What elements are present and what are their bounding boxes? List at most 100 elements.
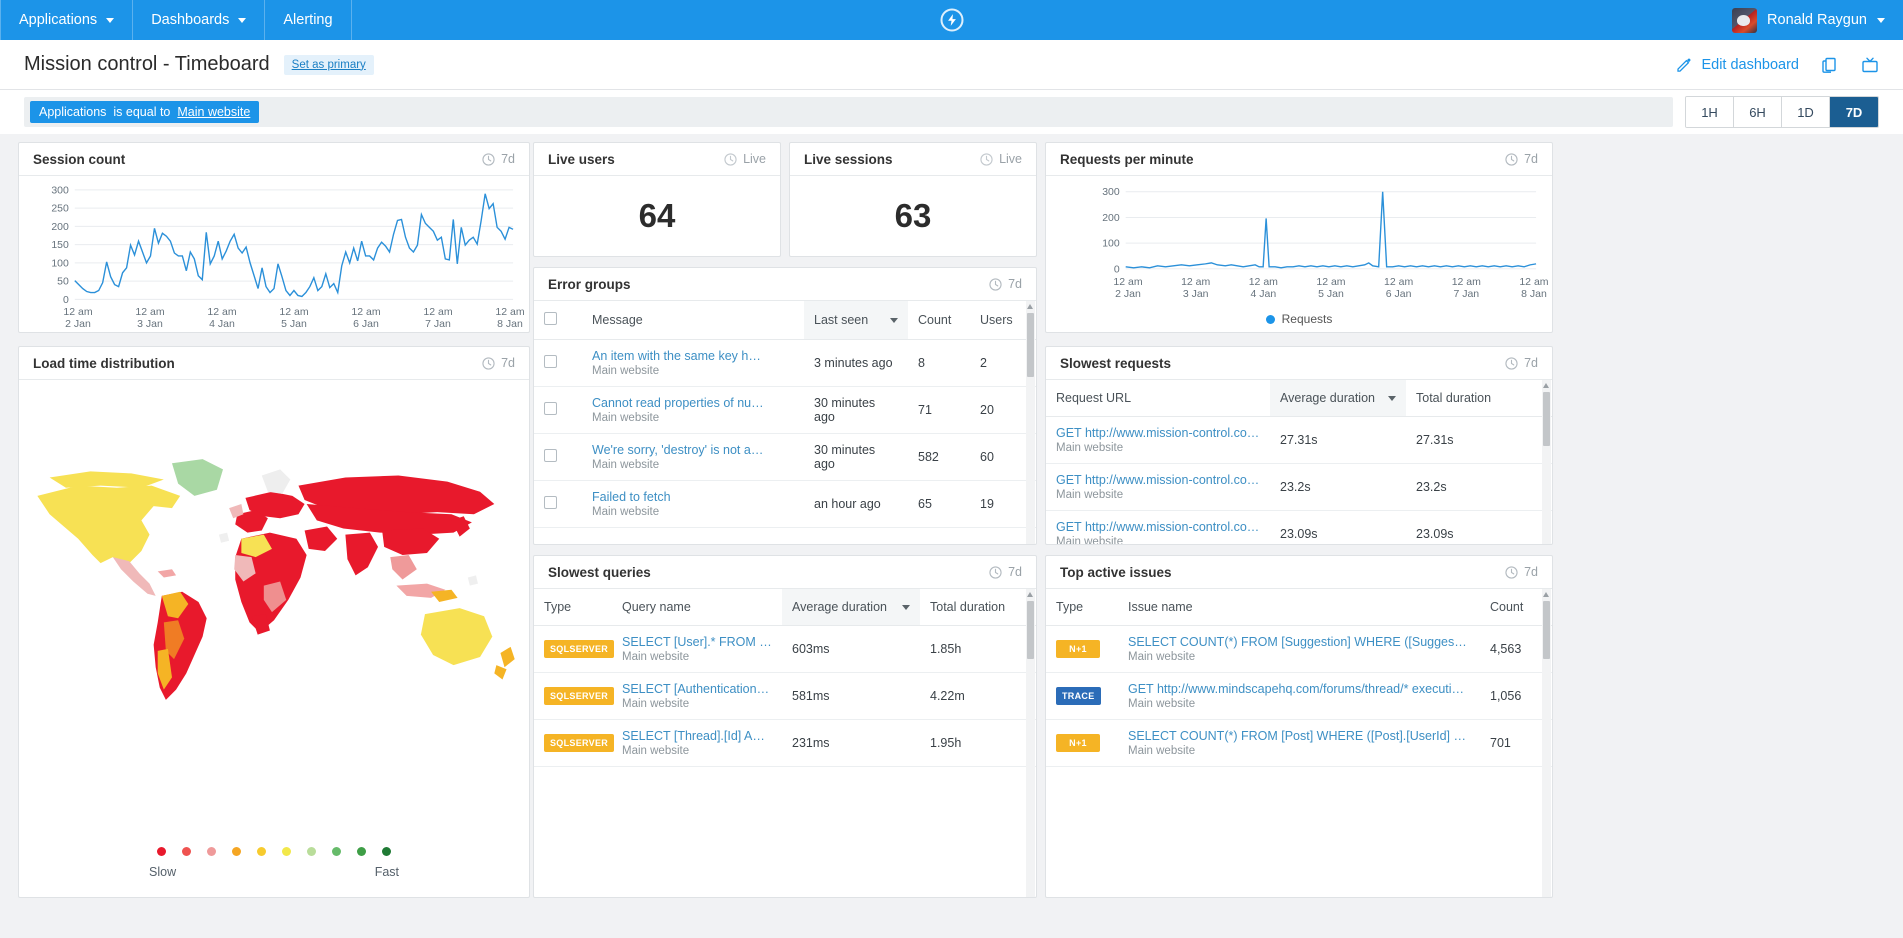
top-issues-table-scroll[interactable]: Type Issue name Count N+1 SELECT COUNT(*… <box>1046 589 1552 897</box>
issue-name-link[interactable]: SELECT COUNT(*) FROM [Post] WHERE ([Post… <box>1128 729 1470 743</box>
nav-item-applications[interactable]: Applications <box>0 0 134 40</box>
filter-pill-applications[interactable]: Applications is equal to Main website <box>30 101 260 123</box>
badge-label: Live <box>999 152 1022 166</box>
badge-label: 7d <box>1524 356 1538 370</box>
query-name-cell: SELECT [AuthenticationT… Main website <box>612 672 782 720</box>
tv-mode-icon[interactable] <box>1861 56 1879 74</box>
select-all-checkbox[interactable] <box>544 312 557 325</box>
scroll-up-arrow-icon[interactable] <box>1027 304 1033 309</box>
world-choropleth-map[interactable]: Slow Fast <box>19 380 529 897</box>
slowest-requests-table-scroll[interactable]: Request URL Average duration Total durat… <box>1046 380 1552 544</box>
scrollbar-thumb[interactable] <box>1027 313 1034 377</box>
row-select-cell[interactable] <box>534 386 582 434</box>
error-message-link[interactable]: We're sorry, 'destroy' is not a… <box>592 443 794 457</box>
select-all-header[interactable] <box>534 301 582 340</box>
slowest-queries-table-scroll[interactable]: Type Query name Average duration Total d… <box>534 589 1036 897</box>
scroll-up-arrow-icon[interactable] <box>1543 592 1549 597</box>
table-row[interactable]: GET http://www.mission-control.co… Main … <box>1046 510 1552 544</box>
clock-icon <box>1505 356 1518 370</box>
table-row[interactable]: SQLSERVER SELECT [AuthenticationT… Main … <box>534 672 1036 720</box>
table-row[interactable]: Cannot read properties of nu… Main websi… <box>534 386 1036 434</box>
avatar <box>1732 7 1758 33</box>
table-row[interactable]: We're sorry, 'destroy' is not a… Main we… <box>534 433 1036 481</box>
nav-item-dashboards[interactable]: Dashboards <box>133 0 266 40</box>
type-badge: TRACE <box>1056 687 1101 705</box>
table-row[interactable]: TRACE GET http://www.mindscapehq.com/for… <box>1046 672 1552 720</box>
scroll-up-arrow-icon[interactable] <box>1543 383 1549 388</box>
sort-descending-icon <box>902 605 910 610</box>
range-1d[interactable]: 1D <box>1782 97 1830 127</box>
column-message[interactable]: Message <box>582 301 804 340</box>
error-groups-table-scroll[interactable]: Message Last seen Count Users An item wi… <box>534 301 1036 544</box>
column-average-duration[interactable]: Average duration <box>1270 380 1406 417</box>
user-menu[interactable]: Ronald Raygun <box>1714 0 1903 40</box>
row-select-cell[interactable] <box>534 433 582 481</box>
column-total-duration[interactable]: Total duration <box>1406 380 1552 417</box>
scroll-up-arrow-icon[interactable] <box>1027 592 1033 597</box>
error-message-link[interactable]: Failed to fetch <box>592 490 794 504</box>
table-row[interactable]: An item with the same key h… Main websit… <box>534 339 1036 387</box>
filter-value[interactable]: Main website <box>177 105 250 119</box>
scrollbar-thumb[interactable] <box>1543 392 1550 446</box>
table-row[interactable]: N+1 SELECT COUNT(*) FROM [Post] WHERE ([… <box>1046 719 1552 767</box>
error-message-link[interactable]: Cannot read properties of nu… <box>592 396 794 410</box>
vertical-scrollbar[interactable] <box>1026 301 1035 544</box>
gridlines <box>1125 191 1537 270</box>
query-name-link[interactable]: SELECT [User].* FROM ( S… <box>622 635 772 649</box>
copy-icon[interactable] <box>1821 56 1839 74</box>
issue-name-link[interactable]: SELECT COUNT(*) FROM [Suggestion] WHERE … <box>1128 635 1470 649</box>
edit-dashboard-button[interactable]: Edit dashboard <box>1676 57 1799 73</box>
column-type[interactable]: Type <box>534 589 612 626</box>
nav-label: Alerting <box>283 12 333 28</box>
scrollbar-thumb[interactable] <box>1027 601 1034 659</box>
panel-header: Top active issues 7d <box>1046 556 1552 589</box>
legend-swatch-9 <box>382 847 391 856</box>
panel-header: Slowest requests 7d <box>1046 347 1552 380</box>
table-row[interactable]: SQLSERVER SELECT [User].* FROM ( S… Main… <box>534 625 1036 673</box>
column-average-duration[interactable]: Average duration <box>782 589 920 626</box>
table-row[interactable]: GET http://www.mission-control.co… Main … <box>1046 463 1552 511</box>
vertical-scrollbar[interactable] <box>1026 589 1035 897</box>
column-count[interactable]: Count <box>908 301 970 340</box>
column-label: Last seen <box>814 313 869 327</box>
query-name-link[interactable]: SELECT [AuthenticationT… <box>622 682 772 696</box>
table-row[interactable]: GET http://www.mission-control.co… Main … <box>1046 416 1552 464</box>
column-query-name[interactable]: Query name <box>612 589 782 626</box>
column-last-seen[interactable]: Last seen <box>804 301 908 340</box>
range-7d[interactable]: 7D <box>1830 97 1878 127</box>
row-select-cell[interactable] <box>534 480 582 528</box>
request-url-link[interactable]: GET http://www.mission-control.co… <box>1056 520 1260 534</box>
issue-name-link[interactable]: GET http://www.mindscapehq.com/forums/th… <box>1128 682 1470 696</box>
count-cell: 65 <box>908 480 970 528</box>
column-request-url[interactable]: Request URL <box>1046 380 1270 417</box>
column-type[interactable]: Type <box>1046 589 1118 626</box>
query-name-link[interactable]: SELECT [Thread].[Id] AS [… <box>622 729 772 743</box>
nav-item-alerting[interactable]: Alerting <box>265 0 352 40</box>
vertical-scrollbar[interactable] <box>1542 589 1551 897</box>
raygun-logo-icon[interactable] <box>940 8 963 32</box>
range-1h[interactable]: 1H <box>1686 97 1734 127</box>
range-6h[interactable]: 6H <box>1734 97 1782 127</box>
table-row[interactable]: SQLSERVER SELECT [Thread].[Id] AS [… Mai… <box>534 719 1036 767</box>
badge-label: 7d <box>1524 152 1538 166</box>
request-url-link[interactable]: GET http://www.mission-control.co… <box>1056 426 1260 440</box>
row-checkbox[interactable] <box>544 355 557 368</box>
clock-icon <box>1505 565 1518 579</box>
request-url-link[interactable]: GET http://www.mission-control.co… <box>1056 473 1260 487</box>
table-row[interactable]: N+1 SELECT COUNT(*) FROM [Suggestion] WH… <box>1046 625 1552 673</box>
column-issue-name[interactable]: Issue name <box>1118 589 1480 626</box>
column-total-duration[interactable]: Total duration <box>920 589 1036 626</box>
row-select-cell[interactable] <box>534 339 582 387</box>
error-message-link[interactable]: An item with the same key h… <box>592 349 794 363</box>
app-name: Main website <box>1128 698 1196 710</box>
set-as-primary-button[interactable]: Set as primary <box>283 54 374 75</box>
session-count-chart: 300 250 200 150 100 50 0 12 am 2 Jan 12 a… <box>19 176 529 332</box>
filter-input-area[interactable]: Applications is equal to Main website <box>24 97 1673 127</box>
scrollbar-thumb[interactable] <box>1543 601 1550 659</box>
table-row[interactable]: Failed to fetch Main website an hour ago… <box>534 480 1036 528</box>
row-checkbox[interactable] <box>544 496 557 509</box>
row-checkbox[interactable] <box>544 402 557 415</box>
legend-swatch-4 <box>257 847 266 856</box>
row-checkbox[interactable] <box>544 449 557 462</box>
vertical-scrollbar[interactable] <box>1542 380 1551 544</box>
